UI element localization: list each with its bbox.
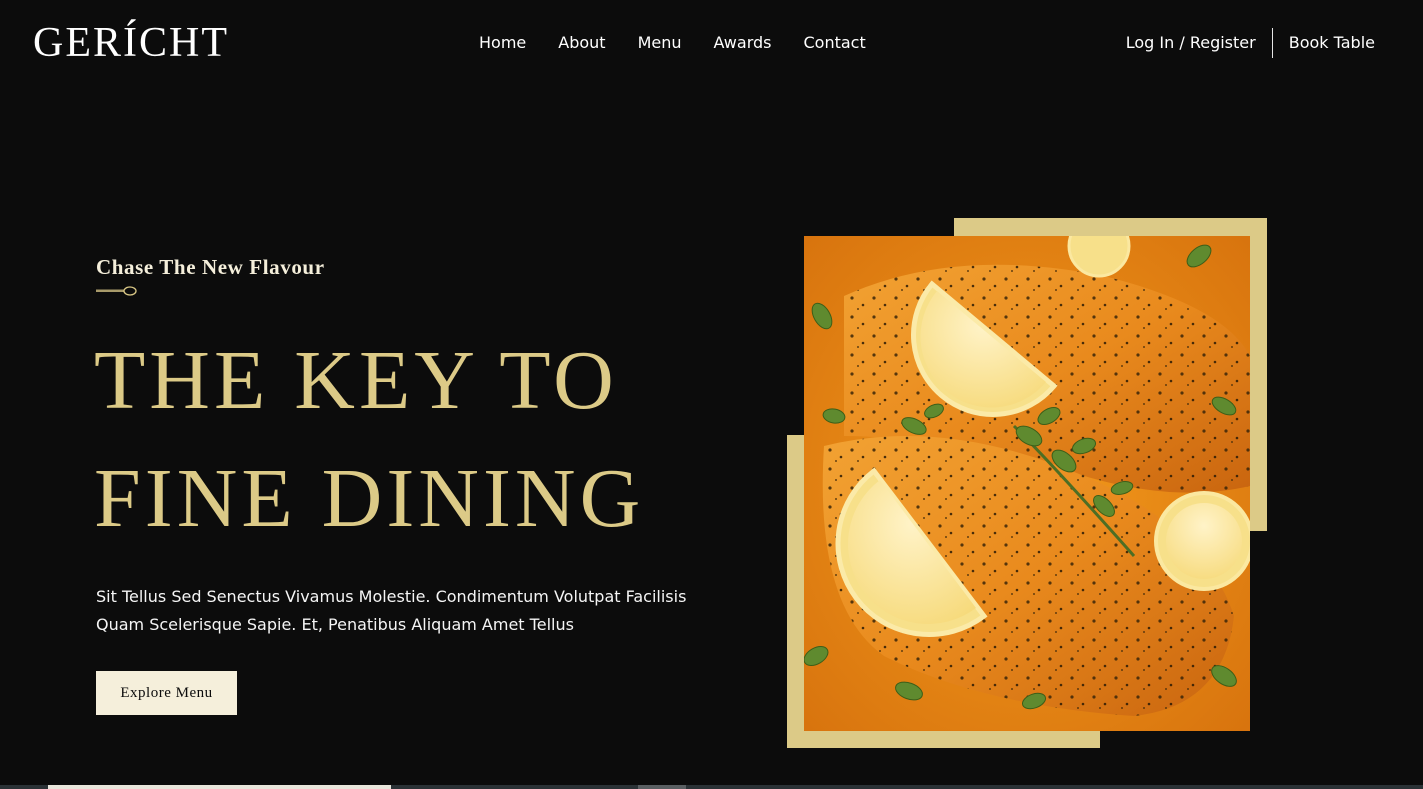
hero-headline: THE KEY TO FINE DINING xyxy=(94,322,644,558)
hero-description-line2: Quam Scelerisque Sapie. Et, Penatibus Al… xyxy=(96,615,574,634)
next-section-bar-secondary xyxy=(638,785,686,789)
main-nav: Home About Menu Awards Contact xyxy=(463,30,882,56)
hero-headline-line1: THE KEY TO xyxy=(94,334,618,427)
nav-divider xyxy=(1271,28,1273,58)
hero-description-line1: Sit Tellus Sed Senectus Vivamus Molestie… xyxy=(96,587,687,606)
hero-description: Sit Tellus Sed Senectus Vivamus Molestie… xyxy=(96,583,716,639)
nav-link-contact[interactable]: Contact xyxy=(787,30,881,56)
login-register-link[interactable]: Log In / Register xyxy=(1126,28,1256,58)
nav-actions: Log In / Register Book Table xyxy=(1126,28,1375,58)
nav-link-awards[interactable]: Awards xyxy=(698,30,788,56)
explore-menu-button[interactable]: Explore Menu xyxy=(96,671,237,715)
spoon-icon xyxy=(96,286,137,296)
nav-link-menu[interactable]: Menu xyxy=(622,30,698,56)
logo[interactable]: GERÍCHT xyxy=(33,19,229,67)
page: GERÍCHT Home About Menu Awards Contact L… xyxy=(0,0,1423,789)
next-section-bar xyxy=(48,785,391,789)
book-table-link[interactable]: Book Table xyxy=(1289,28,1375,58)
next-section-strip xyxy=(0,785,1423,789)
nav-link-about[interactable]: About xyxy=(542,30,621,56)
nav-link-home[interactable]: Home xyxy=(463,30,542,56)
salmon-dish-image xyxy=(804,236,1250,731)
hero-headline-line2: FINE DINING xyxy=(94,452,645,545)
hero-subtitle: Chase The New Flavour xyxy=(96,255,325,279)
